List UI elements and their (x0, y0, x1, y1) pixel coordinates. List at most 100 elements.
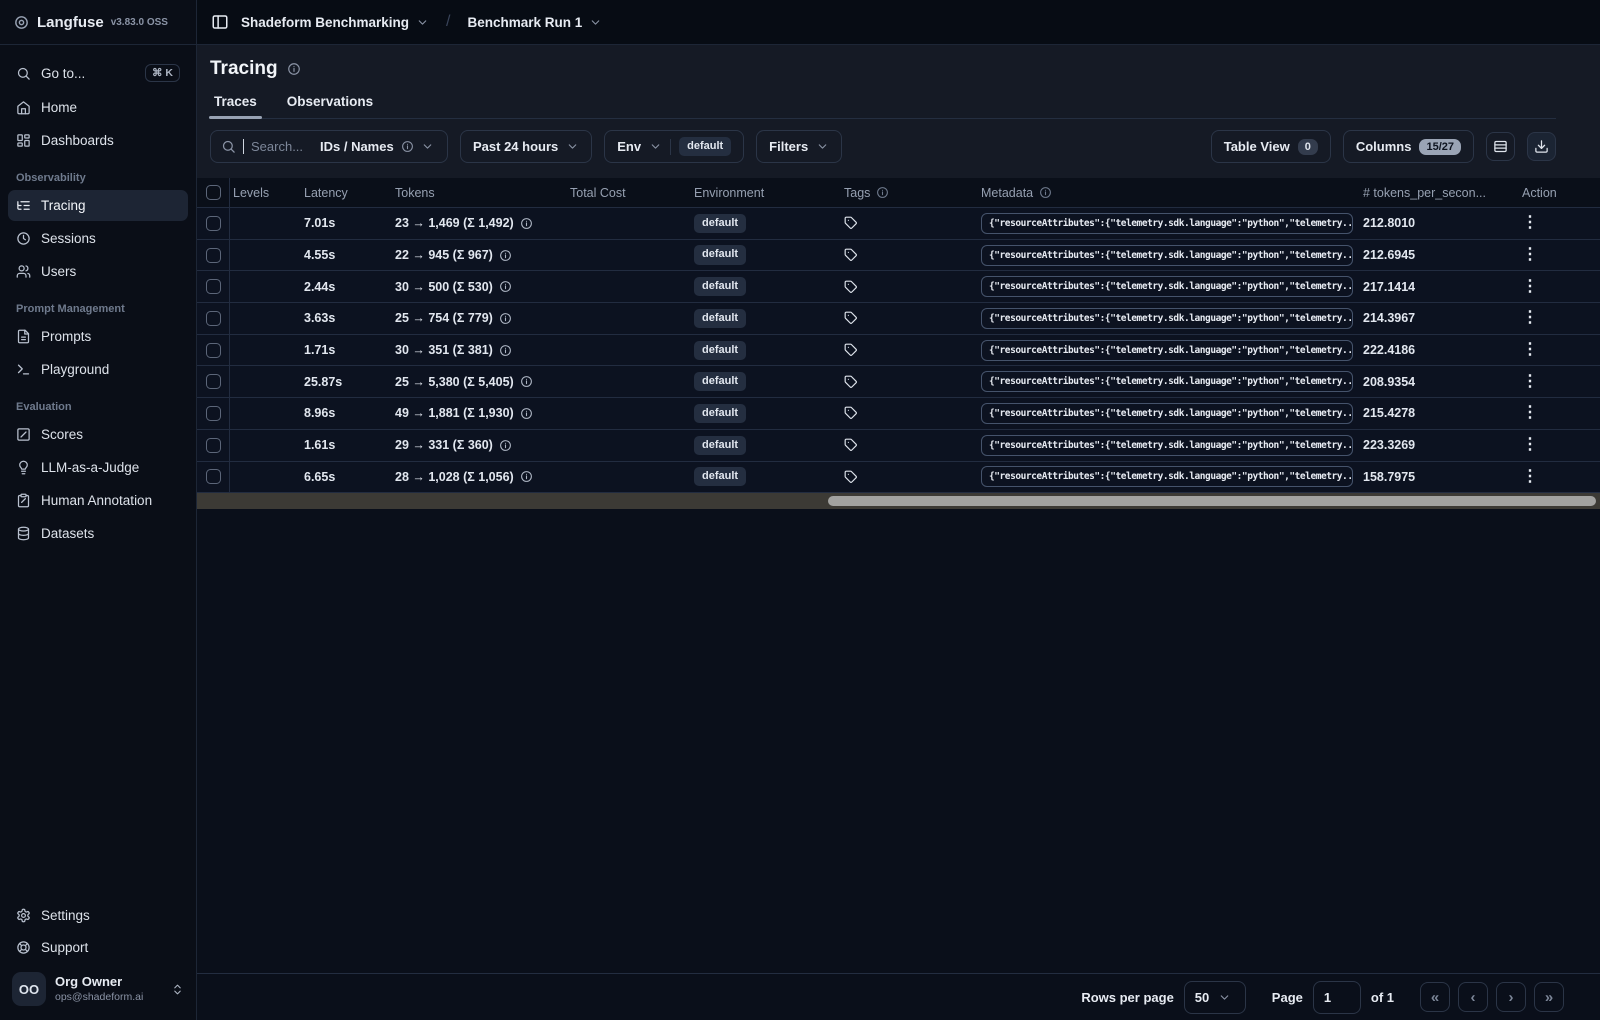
kebab-menu-icon[interactable]: ⋮ (1522, 278, 1538, 295)
info-icon[interactable] (499, 344, 512, 357)
sidebar-item-human-annotation[interactable]: Human Annotation (8, 485, 188, 516)
sidebar-item-home[interactable]: Home (8, 92, 188, 123)
header-total-cost[interactable]: Total Cost (566, 178, 688, 207)
rows-per-page-select[interactable]: 50 (1183, 980, 1246, 1014)
sidebar-item-scores[interactable]: Scores (8, 419, 188, 450)
table-row[interactable]: 2.44s 30 → 500 (Σ 530) default {"resourc… (197, 271, 1600, 304)
next-page-button[interactable]: › (1496, 982, 1526, 1012)
metadata-pill[interactable]: {"resourceAttributes":{"telemetry.sdk.la… (981, 434, 1353, 456)
kebab-menu-icon[interactable]: ⋮ (1522, 373, 1538, 390)
info-icon[interactable] (520, 470, 533, 483)
table-row[interactable]: 8.96s 49 → 1,881 (Σ 1,930) default {"res… (197, 398, 1600, 430)
tags-cell[interactable] (840, 240, 977, 271)
header-environment[interactable]: Environment (688, 178, 840, 207)
breadcrumb-project[interactable]: Shadeform Benchmarking (241, 15, 429, 30)
row-checkbox[interactable] (205, 310, 221, 326)
kebab-menu-icon[interactable]: ⋮ (1522, 310, 1538, 326)
metadata-pill[interactable]: {"resourceAttributes":{"telemetry.sdk.la… (981, 276, 1353, 298)
kebab-menu-icon[interactable]: ⋮ (1522, 405, 1538, 421)
table-row[interactable]: 1.71s 30 → 351 (Σ 381) default {"resourc… (197, 334, 1600, 367)
metadata-pill[interactable]: {"resourceAttributes":{"telemetry.sdk.la… (981, 307, 1353, 329)
row-checkbox[interactable] (205, 437, 221, 453)
kebab-menu-icon[interactable]: ⋮ (1522, 437, 1538, 453)
tag-icon[interactable] (844, 248, 858, 262)
row-checkbox[interactable] (205, 469, 221, 485)
tags-cell[interactable] (840, 366, 977, 397)
table-row[interactable]: 7.01s 23 → 1,469 (Σ 1,492) default {"res… (197, 208, 1600, 240)
info-icon[interactable] (520, 407, 533, 420)
metadata-pill[interactable]: {"resourceAttributes":{"telemetry.sdk.la… (981, 244, 1353, 266)
kebab-menu-icon[interactable]: ⋮ (1522, 215, 1538, 231)
horizontal-scrollbar[interactable] (197, 493, 1600, 510)
row-checkbox[interactable] (205, 215, 221, 231)
table-view-button[interactable]: Table View 0 (1210, 130, 1331, 163)
sidebar-item-prompts[interactable]: Prompts (8, 321, 188, 352)
tag-icon[interactable] (844, 343, 858, 357)
export-button[interactable] (1527, 132, 1556, 161)
metadata-pill[interactable]: {"resourceAttributes":{"telemetry.sdk.la… (981, 466, 1353, 488)
metadata-pill[interactable]: {"resourceAttributes":{"telemetry.sdk.la… (981, 339, 1353, 361)
metadata-pill[interactable]: {"resourceAttributes":{"telemetry.sdk.la… (981, 212, 1353, 234)
first-page-button[interactable]: « (1420, 982, 1450, 1012)
breadcrumb-run[interactable]: Benchmark Run 1 (468, 15, 603, 30)
filters-button[interactable]: Filters (756, 130, 843, 163)
tags-cell[interactable] (840, 430, 977, 461)
table-row[interactable]: 1.61s 29 → 331 (Σ 360) default {"resourc… (197, 429, 1600, 462)
table-row[interactable]: 3.63s 25 → 754 (Σ 779) default {"resourc… (197, 303, 1600, 335)
metadata-pill[interactable]: {"resourceAttributes":{"telemetry.sdk.la… (981, 402, 1353, 424)
page-number-input[interactable] (1312, 980, 1361, 1014)
sidebar-item-datasets[interactable]: Datasets (8, 518, 188, 549)
env-filter-button[interactable]: Env default (604, 130, 745, 163)
info-icon[interactable] (499, 439, 512, 452)
sidebar-item-settings[interactable]: Settings (8, 900, 188, 931)
row-checkbox[interactable] (205, 247, 221, 263)
tags-cell[interactable] (840, 271, 977, 302)
info-icon[interactable] (520, 217, 533, 230)
sidebar-item-dashboards[interactable]: Dashboards (8, 125, 188, 156)
tag-icon[interactable] (844, 216, 858, 230)
tag-icon[interactable] (844, 470, 858, 484)
sidebar-item-tracing[interactable]: Tracing (8, 190, 188, 221)
tab-observations[interactable]: Observations (286, 89, 374, 118)
sidebar-item-users[interactable]: Users (8, 256, 188, 287)
tag-icon[interactable] (844, 375, 858, 389)
tags-cell[interactable] (840, 462, 977, 493)
row-checkbox[interactable] (205, 279, 221, 295)
table-row[interactable]: 4.55s 22 → 945 (Σ 967) default {"resourc… (197, 239, 1600, 272)
goto-search[interactable]: Go to... ⌘ K (8, 56, 188, 90)
sidebar-item-playground[interactable]: Playground (8, 354, 188, 385)
header-latency[interactable]: Latency (300, 178, 391, 207)
kebab-menu-icon[interactable]: ⋮ (1522, 468, 1538, 485)
info-icon[interactable] (499, 312, 512, 325)
header-levels[interactable]: Levels (230, 178, 300, 207)
tab-traces[interactable]: Traces (209, 89, 262, 119)
account-switcher[interactable]: OO Org Owner ops@shadeform.ai (8, 964, 188, 1012)
header-metadata[interactable]: Metadata (977, 178, 1357, 207)
info-icon[interactable] (499, 280, 512, 293)
select-all-checkbox[interactable] (205, 185, 221, 200)
row-checkbox[interactable] (205, 405, 221, 421)
tags-cell[interactable] (840, 335, 977, 366)
row-height-button[interactable] (1486, 132, 1515, 161)
header-tokens[interactable]: Tokens (391, 178, 566, 207)
search-input[interactable] (251, 139, 313, 154)
sidebar-item-support[interactable]: Support (8, 932, 188, 963)
tags-cell[interactable] (840, 303, 977, 334)
info-icon[interactable] (520, 375, 533, 388)
tag-icon[interactable] (844, 280, 858, 294)
tags-cell[interactable] (840, 398, 977, 429)
sidebar-toggle-button[interactable] (211, 13, 229, 31)
tag-icon[interactable] (844, 406, 858, 420)
last-page-button[interactable]: » (1534, 982, 1564, 1012)
tags-cell[interactable] (840, 208, 977, 239)
tag-icon[interactable] (844, 438, 858, 452)
table-row[interactable]: 6.65s 28 → 1,028 (Σ 1,056) default {"res… (197, 461, 1600, 494)
info-icon[interactable] (287, 62, 301, 76)
metadata-pill[interactable]: {"resourceAttributes":{"telemetry.sdk.la… (981, 371, 1353, 393)
row-checkbox[interactable] (205, 374, 221, 390)
time-range-button[interactable]: Past 24 hours (460, 130, 593, 163)
row-checkbox[interactable] (205, 342, 221, 358)
search-control[interactable]: IDs / Names (210, 130, 448, 163)
info-icon[interactable] (499, 249, 512, 262)
scrollbar-thumb[interactable] (828, 496, 1596, 507)
